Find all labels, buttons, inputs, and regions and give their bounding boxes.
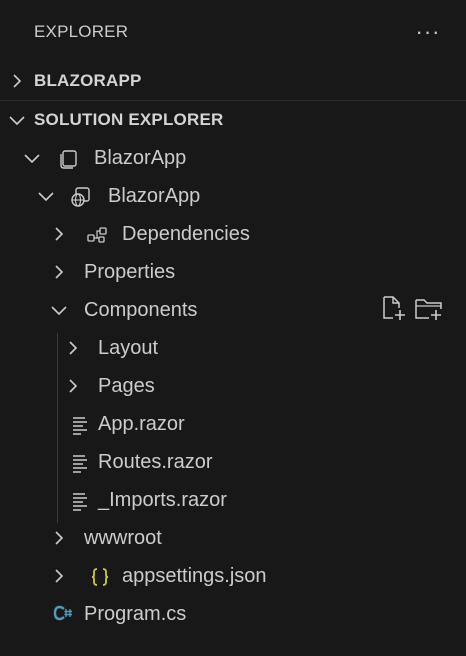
tree-item-label: wwwroot — [84, 527, 162, 549]
tree-item-appsettings[interactable]: appsettings.json — [0, 557, 466, 595]
components-actions — [380, 294, 446, 324]
tree-item-properties[interactable]: Properties — [0, 253, 466, 291]
section-label: SOLUTION EXPLORER — [34, 110, 224, 129]
tree-item-label: Pages — [98, 375, 155, 397]
section-blazorapp[interactable]: BLAZORAPP — [0, 62, 466, 100]
tree-item-program-cs[interactable]: Program.cs — [0, 595, 466, 633]
explorer-header: EXPLORER ··· — [0, 0, 466, 64]
chevron-right-icon — [50, 529, 68, 547]
section-solution-explorer[interactable]: SOLUTION EXPLORER — [0, 101, 466, 139]
tree-item-label: Layout — [98, 337, 159, 359]
razor-file-icon — [70, 490, 92, 512]
dependencies-icon — [86, 224, 108, 246]
json-icon — [89, 566, 111, 588]
solution-icon — [58, 148, 80, 170]
tree-item-label: _Imports.razor — [98, 489, 227, 511]
tree-item-label: BlazorApp — [94, 147, 187, 169]
chevron-right-icon — [64, 377, 82, 395]
tree-item-wwwroot[interactable]: wwwroot — [0, 519, 466, 557]
section-label: BLAZORAPP — [34, 71, 142, 90]
razor-file-icon — [70, 452, 92, 474]
tree-item-layout[interactable]: Layout — [0, 329, 466, 367]
razor-file-icon — [70, 414, 92, 436]
tree-item-label: Program.cs — [84, 603, 187, 625]
tree-item-solution[interactable]: BlazorApp — [0, 139, 466, 177]
tree-item-app-razor[interactable]: App.razor — [0, 405, 466, 443]
tree-item-dependencies[interactable]: Dependencies — [0, 215, 466, 253]
chevron-right-icon — [50, 263, 68, 281]
tree-item-project[interactable]: BlazorApp — [0, 177, 466, 215]
new-file-icon[interactable] — [380, 294, 408, 322]
new-folder-icon[interactable] — [414, 294, 442, 322]
tree-item-label: Properties — [84, 261, 176, 283]
tree-item-label: Dependencies — [122, 223, 250, 245]
chevron-down-icon — [37, 187, 55, 205]
tree-item-label: BlazorApp — [108, 185, 201, 207]
tree-item-label: App.razor — [98, 413, 185, 435]
chevron-right-icon — [50, 225, 68, 243]
chevron-right-icon — [8, 72, 26, 90]
chevron-right-icon — [50, 567, 68, 585]
chevron-down-icon — [23, 149, 41, 167]
tree-item-label: appsettings.json — [122, 565, 267, 587]
tree-item-routes-razor[interactable]: Routes.razor — [0, 443, 466, 481]
tree-item-label: Routes.razor — [98, 451, 213, 473]
web-project-icon — [70, 186, 92, 208]
chevron-down-icon — [50, 301, 68, 319]
chevron-right-icon — [64, 339, 82, 357]
tree-item-pages[interactable]: Pages — [0, 367, 466, 405]
tree-item-imports-razor[interactable]: _Imports.razor — [0, 481, 466, 519]
csharp-icon — [52, 604, 74, 626]
chevron-down-icon — [8, 111, 26, 129]
tree-item-label: Components — [84, 299, 198, 321]
panel-title: EXPLORER — [34, 22, 129, 41]
more-actions-icon[interactable]: ··· — [412, 18, 444, 46]
